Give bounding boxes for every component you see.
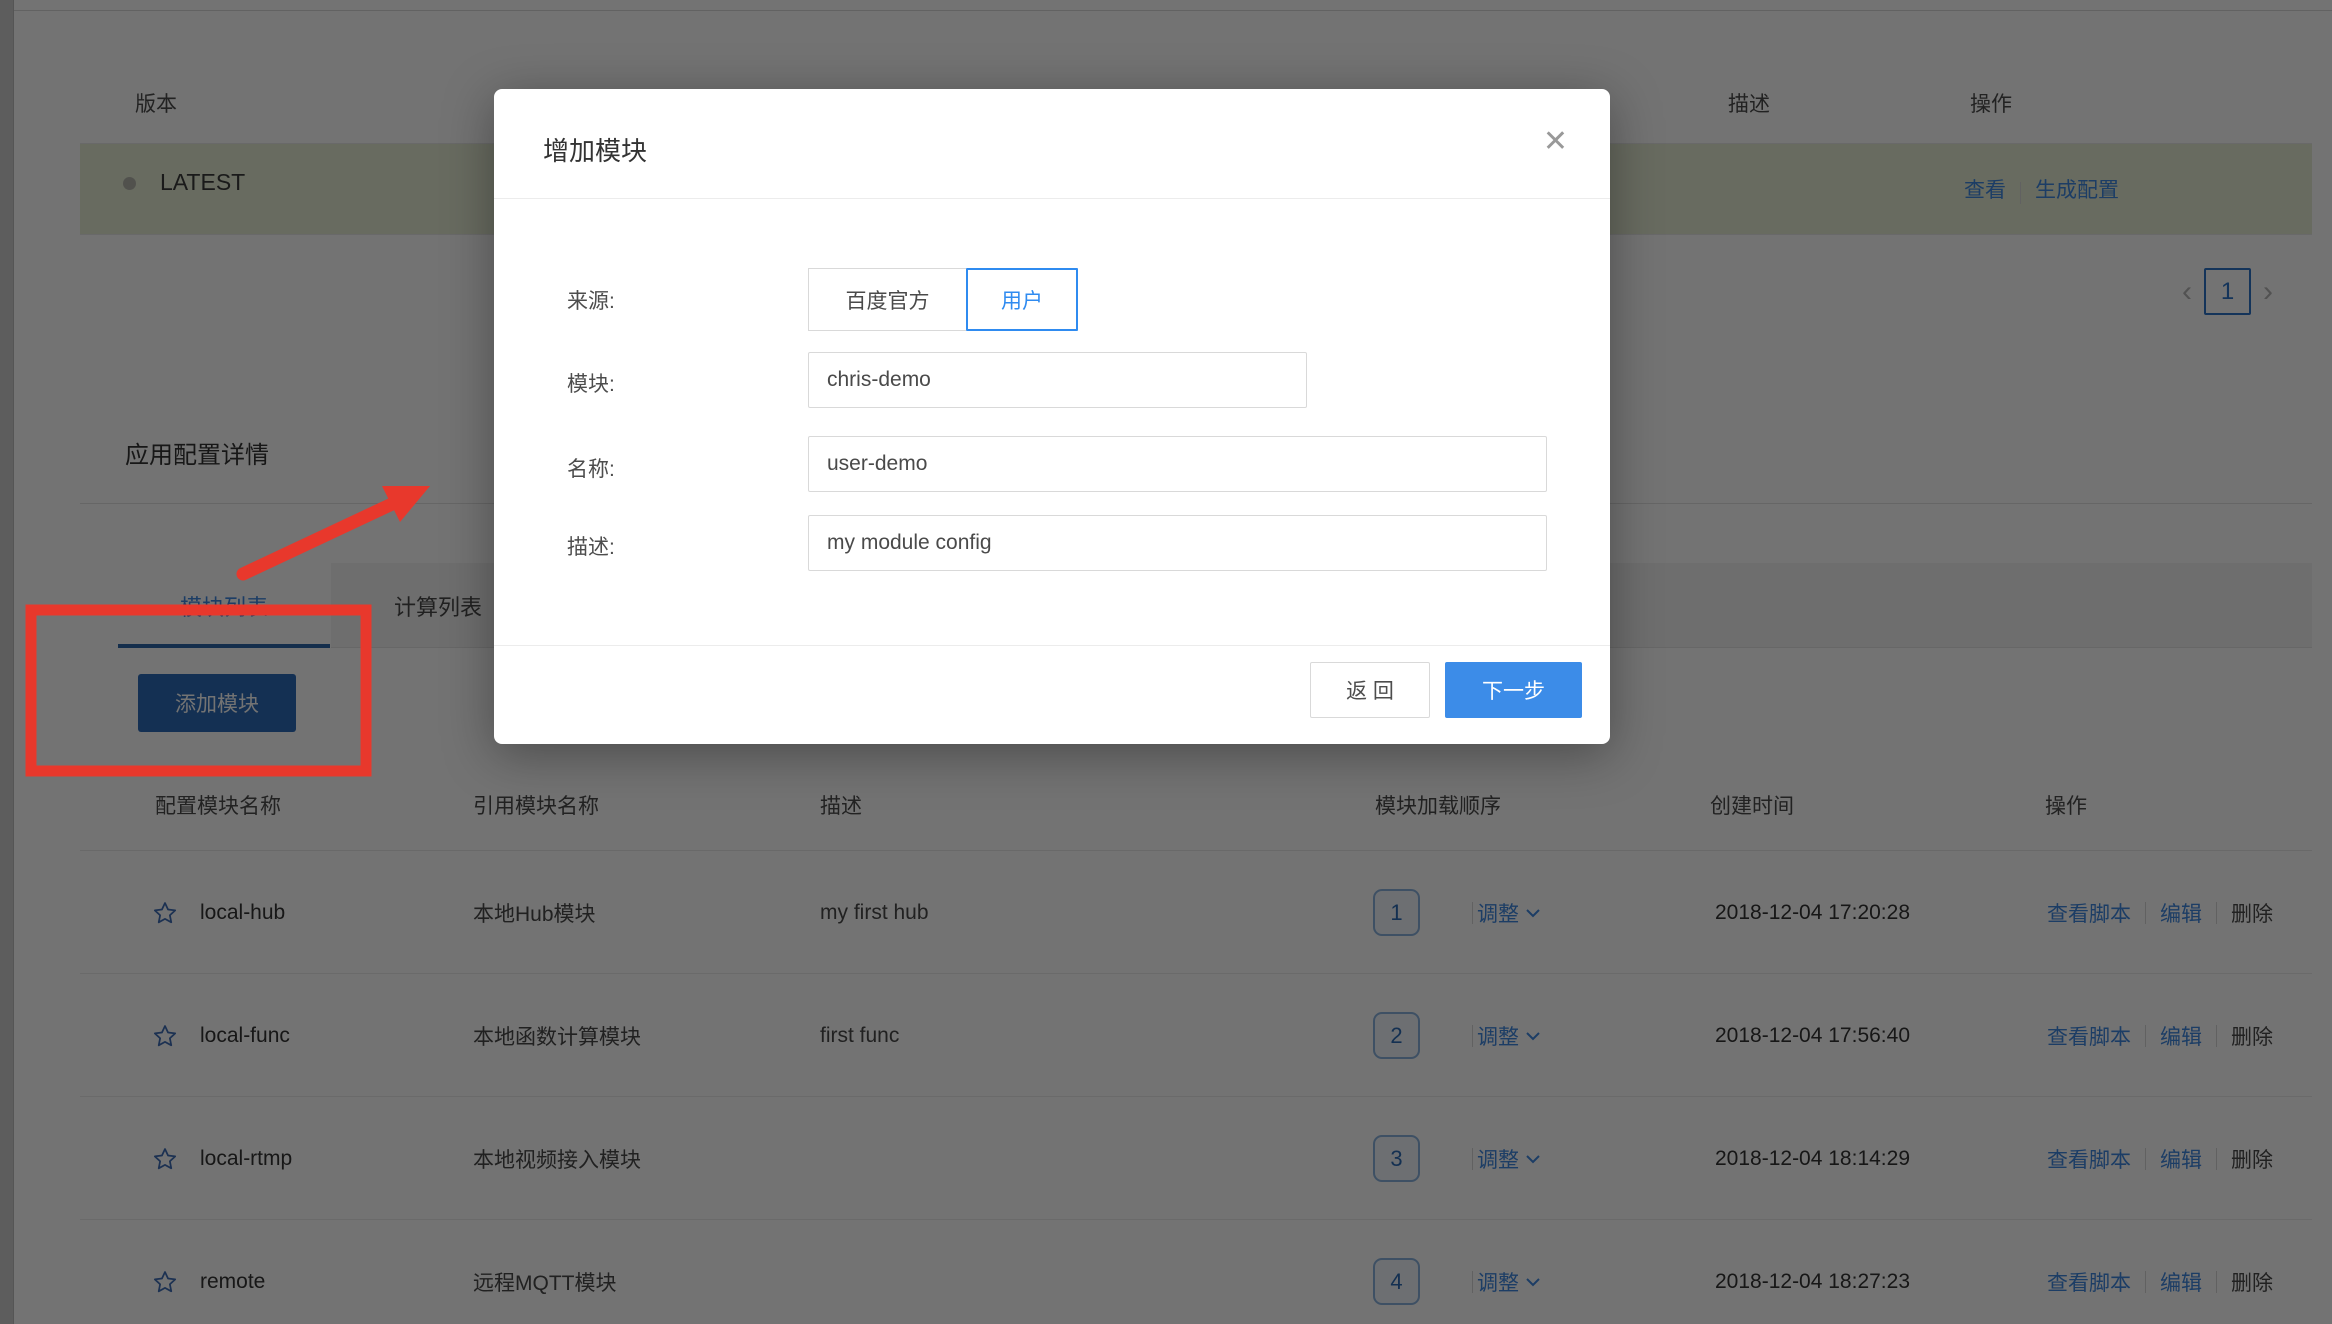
modal-footer-border [494, 645, 1610, 646]
app-canvas: 版本 描述 操作 LATEST 查看生成配置 ‹ 1 › 应用配置详情 模块列表… [0, 0, 2332, 1324]
source-toggle-group: 百度官方 用户 [808, 268, 1078, 331]
module-label: 模块: [567, 368, 615, 398]
modal-title: 增加模块 [543, 131, 647, 168]
desc-label: 描述: [567, 531, 615, 561]
next-button[interactable]: 下一步 [1445, 662, 1582, 718]
module-input[interactable] [808, 352, 1307, 408]
close-icon[interactable]: ✕ [1543, 127, 1568, 157]
desc-input[interactable] [808, 515, 1547, 571]
name-input[interactable] [808, 436, 1547, 492]
source-option-official[interactable]: 百度官方 [808, 268, 966, 331]
back-button[interactable]: 返 回 [1310, 662, 1430, 718]
name-label: 名称: [567, 453, 615, 483]
modal-header-border [494, 198, 1610, 199]
add-module-modal: 增加模块 ✕ 来源: 百度官方 用户 模块: 名称: 描述: 返 回 下一步 [494, 89, 1610, 744]
source-option-user[interactable]: 用户 [966, 268, 1078, 331]
source-label: 来源: [567, 285, 615, 315]
